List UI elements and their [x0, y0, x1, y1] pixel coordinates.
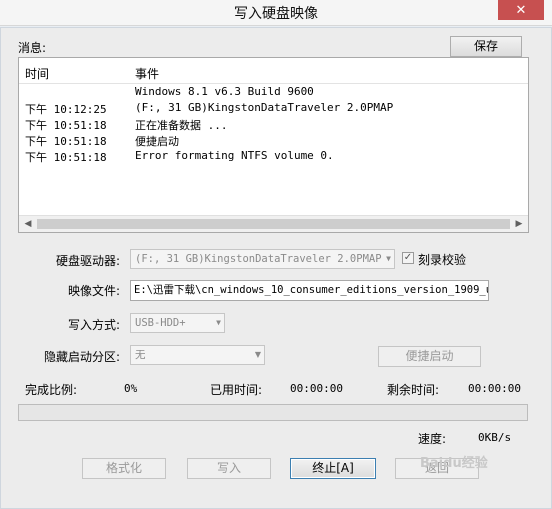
log-time: 下午 10:12:25	[25, 103, 107, 116]
remaining-value: 00:00:00	[468, 382, 521, 395]
scroll-left-icon[interactable]: ◀	[21, 218, 35, 231]
image-file-input[interactable]: E:\迅雷下载\cn_windows_10_consumer_editions_…	[130, 280, 489, 301]
stop-button[interactable]: 终止[A]	[290, 458, 376, 479]
close-icon: ✕	[515, 2, 527, 18]
log-event: 便捷启动	[135, 135, 179, 148]
hidden-partition-select[interactable]: 无 ▼	[130, 345, 265, 365]
log-row: 下午 10:51:18 便捷启动	[19, 133, 528, 149]
format-button[interactable]: 格式化	[82, 458, 166, 479]
column-header-time[interactable]: 时间	[25, 65, 49, 82]
log-time: 下午 10:51:18	[25, 151, 107, 164]
verify-label: 刻录校验	[418, 253, 467, 267]
log-event: (F:, 31 GB)KingstonDataTraveler 2.0PMAP	[135, 101, 394, 114]
log-header: 时间 事件	[19, 58, 528, 84]
chevron-down-icon: ▼	[216, 318, 221, 327]
progress-bar	[18, 404, 528, 421]
hidden-partition-value: 无	[135, 349, 146, 361]
percent-label: 完成比例:	[25, 383, 78, 397]
write-method-label: 写入方式:	[68, 318, 121, 332]
log-row: 下午 10:12:25 (F:, 31 GB)KingstonDataTrave…	[19, 101, 528, 117]
log-event: 正在准备数据 ...	[135, 119, 228, 132]
window-title: 写入硬盘映像	[234, 6, 318, 22]
column-header-event[interactable]: 事件	[135, 65, 159, 82]
elapsed-value: 00:00:00	[290, 382, 343, 395]
chevron-down-icon: ▼	[254, 350, 261, 359]
hidden-partition-label: 隐藏启动分区:	[44, 350, 121, 364]
quick-boot-button[interactable]: 便捷启动	[378, 346, 481, 367]
message-log[interactable]: 时间 事件 Windows 8.1 v6.3 Build 9600 下午 10:…	[18, 57, 529, 233]
watermark-logo: Baidu经验	[420, 456, 488, 471]
write-method-value: USB-HDD+	[135, 317, 186, 329]
verify-checkbox[interactable]: ✓	[402, 252, 414, 264]
save-button[interactable]: 保存	[450, 36, 522, 57]
log-event: Windows 8.1 v6.3 Build 9600	[135, 85, 314, 98]
messages-label: 消息:	[18, 41, 47, 55]
drive-value: (F:, 31 GB)KingstonDataTraveler 2.0PMAP	[135, 253, 382, 265]
elapsed-label: 已用时间:	[210, 383, 263, 397]
title-bar: 写入硬盘映像 ✕	[0, 0, 552, 26]
log-row: 下午 10:51:18 Error formating NTFS volume …	[19, 149, 528, 165]
chevron-down-icon: ▼	[386, 254, 391, 263]
write-method-select[interactable]: USB-HDD+ ▼	[130, 313, 225, 333]
log-time: 下午 10:51:18	[25, 135, 107, 148]
remaining-label: 剩余时间:	[387, 383, 440, 397]
scroll-right-icon[interactable]: ▶	[512, 218, 526, 231]
speed-label: 速度:	[418, 432, 447, 446]
log-event: Error formating NTFS volume 0.	[135, 149, 334, 162]
close-button[interactable]: ✕	[498, 0, 544, 20]
drive-label: 硬盘驱动器:	[56, 254, 121, 268]
write-button[interactable]: 写入	[187, 458, 271, 479]
drive-select[interactable]: (F:, 31 GB)KingstonDataTraveler 2.0PMAP …	[130, 249, 395, 269]
horizontal-scrollbar[interactable]: ◀ ▶	[19, 215, 528, 232]
log-time: 下午 10:51:18	[25, 119, 107, 132]
percent-value: 0%	[124, 382, 138, 395]
scrollbar-thumb[interactable]	[37, 219, 510, 229]
log-row: 下午 10:51:18 正在准备数据 ...	[19, 117, 528, 133]
image-file-label: 映像文件:	[68, 284, 121, 298]
speed-value: 0KB/s	[478, 431, 512, 444]
log-row: Windows 8.1 v6.3 Build 9600	[19, 85, 528, 101]
